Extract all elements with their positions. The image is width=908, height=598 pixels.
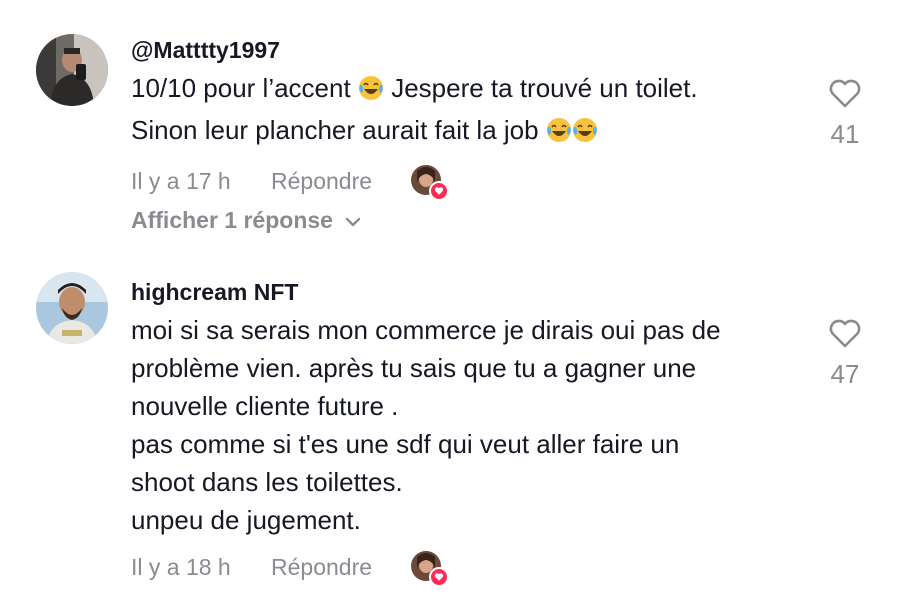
show-replies-button[interactable]: Afficher 1 réponse <box>131 207 821 234</box>
show-replies-label: Afficher 1 réponse <box>131 207 333 233</box>
comment-timestamp: Il y a 18 h <box>131 553 231 580</box>
heart-outline-icon[interactable] <box>828 78 862 113</box>
comment-line: nouvelle cliente future . <box>131 391 399 421</box>
reply-button[interactable]: Répondre <box>271 554 411 581</box>
creator-liked-badge-icon <box>411 551 449 587</box>
comment-line: 10/10 pour l’accent <box>131 73 351 103</box>
avatar[interactable] <box>36 34 108 106</box>
face-with-tears-of-joy-icon <box>358 73 384 111</box>
creator-liked-badge-icon <box>411 165 449 201</box>
comment-username[interactable]: @Matttty1997 <box>131 36 821 64</box>
comment-timestamp: Il y a 17 h <box>131 167 231 194</box>
comment-line: moi si sa serais mon commerce je dirais … <box>131 315 721 345</box>
like-count: 47 <box>830 359 860 389</box>
comment-text: moi si sa serais mon commerce je dirais … <box>131 311 821 539</box>
face-with-tears-of-joy-icon <box>572 115 598 153</box>
comment-line: unpeu de jugement. <box>131 505 361 535</box>
face-with-tears-of-joy-icon <box>546 115 572 153</box>
like-count: 41 <box>830 119 860 149</box>
comment-meta: Il y a 17 h Répondre <box>131 161 821 201</box>
comment-meta: Il y a 18 h Répondre <box>131 547 821 587</box>
comment-line: Jespere ta trouvé un toilet. <box>391 73 698 103</box>
like-control[interactable]: 41 <box>810 78 880 150</box>
comment-line: Sinon leur plancher aurait fait la job <box>131 115 539 145</box>
avatar[interactable] <box>36 272 108 344</box>
comment-text: 10/10 pour l’accent Jespere ta trouvé un… <box>131 69 821 153</box>
comment-username[interactable]: highcream NFT <box>131 278 821 306</box>
reply-button[interactable]: Répondre <box>271 168 411 195</box>
like-control[interactable]: 47 <box>810 318 880 390</box>
comment-line: shoot dans les toilettes. <box>131 467 403 497</box>
heart-outline-icon[interactable] <box>828 318 862 353</box>
comment-line: pas comme si t'es une sdf qui veut aller… <box>131 429 680 459</box>
chevron-down-icon <box>345 207 361 234</box>
comment-line: problème vien. après tu sais que tu a ga… <box>131 353 697 383</box>
